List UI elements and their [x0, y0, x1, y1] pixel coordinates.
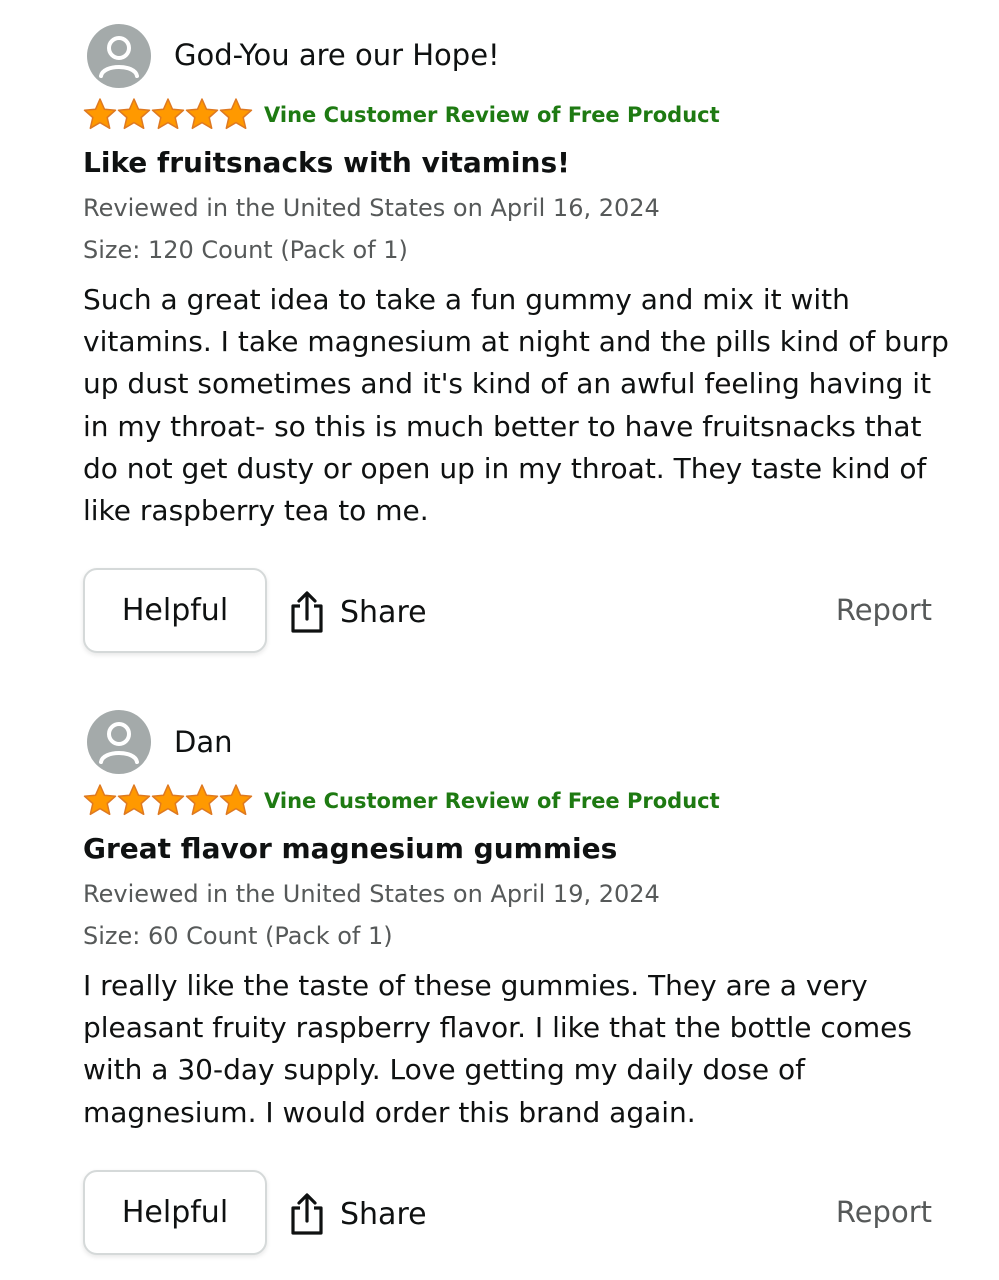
- star-icon: [219, 784, 253, 816]
- default-user-icon: [87, 24, 151, 88]
- vine-badge: Vine Customer Review of Free Product: [264, 103, 720, 127]
- share-icon: [291, 1193, 323, 1235]
- review-date: Reviewed in the United States on April 1…: [83, 880, 660, 908]
- reviewer-name[interactable]: God-You are our Hope!: [174, 37, 500, 73]
- share-button[interactable]: Share: [288, 582, 427, 642]
- star-icon: [117, 784, 151, 816]
- star-icon: [151, 98, 185, 130]
- star-rating[interactable]: [83, 784, 253, 816]
- share-label: Share: [340, 594, 427, 630]
- star-icon: [83, 98, 117, 130]
- review-date: Reviewed in the United States on April 1…: [83, 194, 660, 222]
- helpful-button[interactable]: Helpful: [83, 1170, 267, 1255]
- helpful-button[interactable]: Helpful: [83, 568, 267, 653]
- vine-badge: Vine Customer Review of Free Product: [264, 789, 720, 813]
- default-user-icon: [87, 710, 151, 774]
- share-button[interactable]: Share: [288, 1184, 427, 1244]
- star-icon: [185, 784, 219, 816]
- review-body: I really like the taste of these gummies…: [83, 969, 912, 1129]
- star-icon: [151, 784, 185, 816]
- star-icon: [185, 98, 219, 130]
- review-body: Such a great idea to take a fun gummy an…: [83, 283, 949, 528]
- star-icon: [117, 98, 151, 130]
- share-icon: [291, 591, 323, 633]
- star-icon: [219, 98, 253, 130]
- review-size: Size: 120 Count (Pack of 1): [83, 236, 408, 264]
- share-label: Share: [340, 1196, 427, 1232]
- review-title[interactable]: Like fruitsnacks with vitamins!: [83, 145, 570, 181]
- star-rating[interactable]: [83, 98, 253, 130]
- review-size: Size: 60 Count (Pack of 1): [83, 922, 393, 950]
- review-title[interactable]: Great flavor magnesium gummies: [83, 831, 617, 867]
- star-icon: [83, 784, 117, 816]
- report-link[interactable]: Report: [836, 1195, 932, 1229]
- reviewer-name[interactable]: Dan: [174, 724, 232, 760]
- report-link[interactable]: Report: [836, 593, 932, 627]
